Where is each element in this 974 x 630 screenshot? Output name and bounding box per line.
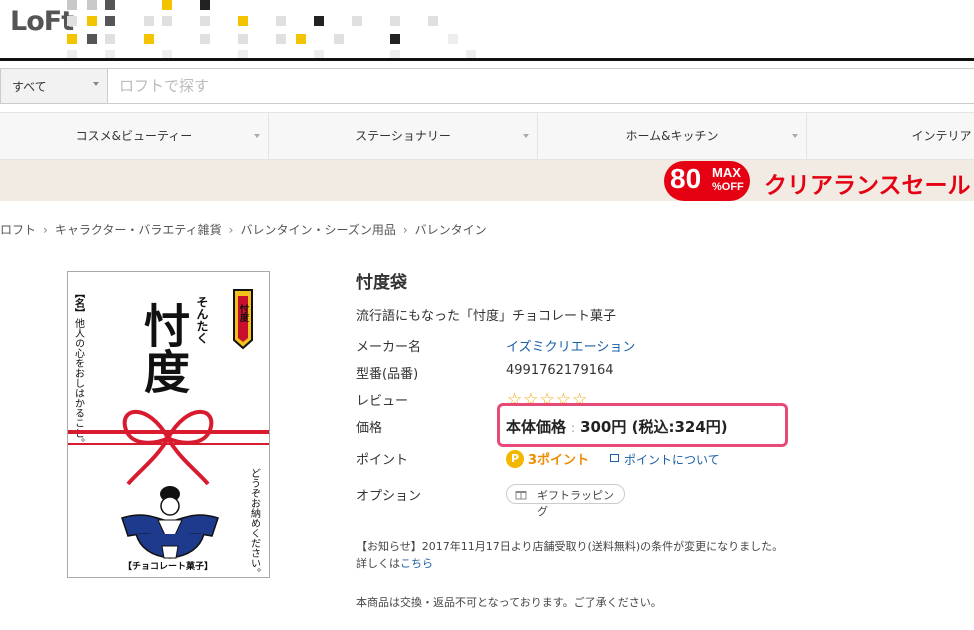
price-with-tax: (税込:324円) xyxy=(631,418,728,436)
nav-item-interior[interactable]: インテリア xyxy=(807,113,974,159)
nav-item-stationery[interactable]: ステーショナリー xyxy=(269,113,538,159)
package-seal: 忖度 xyxy=(233,289,253,350)
window-icon xyxy=(610,454,619,462)
model-label: 型番(品番) xyxy=(356,367,419,382)
maker-link[interactable]: イズミクリエーション xyxy=(506,336,635,355)
point-info-link[interactable]: ポイントについて xyxy=(624,451,720,468)
breadcrumb: ロフト › キャラクター・バラエティ雑貨 › バレンタイン・シーズン用品 › バレンタイン xyxy=(0,221,487,238)
discount-number: 80 xyxy=(670,163,702,194)
gift-icon xyxy=(515,491,527,500)
breadcrumb-item[interactable]: バレンタイン xyxy=(415,223,487,237)
review-label: レビュー xyxy=(356,394,409,409)
discount-max: MAX xyxy=(712,165,741,180)
product-image[interactable]: 【名】 他人の心をおしはかること。 忖度 そんたく 忖度 どうぞお納めください。 xyxy=(67,271,270,578)
package-reading: そんたく xyxy=(195,296,209,344)
chevron-down-icon xyxy=(792,134,798,138)
package-bottom-label: 【チョコレート菓子】 xyxy=(123,560,213,572)
search-scope-label: すべて xyxy=(12,80,47,94)
breadcrumb-item[interactable]: ロフト xyxy=(0,223,36,237)
nav-item-label: ホーム&キッチン xyxy=(625,129,719,143)
product-package-illustration: 【名】 他人の心をおしはかること。 忖度 そんたく 忖度 どうぞお納めください。 xyxy=(68,288,269,578)
site-header: LoFt xyxy=(0,0,974,62)
point-label: ポイント xyxy=(356,453,409,468)
loft-logo[interactable]: LoFt xyxy=(10,6,74,37)
chevron-down-icon xyxy=(254,134,260,138)
svg-text:忖度: 忖度 xyxy=(238,303,249,323)
price-prefix: 本体価格 xyxy=(506,418,567,436)
discount-off: %OFF xyxy=(712,181,744,193)
price-label: 価格 xyxy=(356,421,383,436)
price-value: 本体価格:300円 (税込:324円) xyxy=(506,416,728,437)
price-amount: 300円 xyxy=(580,418,627,436)
package-left-text: 他人の心をおしはかること。 xyxy=(73,317,85,448)
nav-item-label: インテリア xyxy=(911,129,972,143)
nav-item-cosme[interactable]: コスメ&ビューティー xyxy=(0,113,269,159)
mizuhiki-ribbon xyxy=(68,409,269,486)
point-coin-icon: P xyxy=(506,450,524,468)
package-left-label: 【名】 xyxy=(73,288,85,318)
gift-wrapping-option[interactable]: ギフトラッピング xyxy=(506,484,625,518)
breadcrumb-separator-icon: › xyxy=(43,223,48,237)
product-subtitle: 流行語にもなった「忖度」チョコレート菓子 xyxy=(356,309,617,324)
search-bar: すべて xyxy=(0,68,974,104)
search-input[interactable] xyxy=(109,69,974,103)
breadcrumb-item[interactable]: キャラクター・バラエティ雑貨 xyxy=(55,223,222,237)
package-main-text: 忖度 xyxy=(137,302,191,394)
nav-item-home-kitchen[interactable]: ホーム&キッチン xyxy=(538,113,807,159)
nav-item-label: コスメ&ビューティー xyxy=(75,129,193,143)
notice-line: 【お知らせ】2017年11月17日より店舗受取り(送料無料)の条件が変更になりま… xyxy=(356,540,784,553)
notice-link[interactable]: こちら xyxy=(400,557,433,570)
chevron-down-icon xyxy=(523,134,529,138)
breadcrumb-item[interactable]: バレンタイン・シーズン用品 xyxy=(240,223,395,237)
breadcrumb-separator-icon: › xyxy=(228,223,234,237)
gift-wrapping-label: ギフトラッピング xyxy=(537,489,614,518)
return-policy-notice: 本商品は交換・返品不可となっております。ご了承ください。 xyxy=(356,596,662,609)
maker-label: メーカー名 xyxy=(356,340,422,355)
bowing-figure xyxy=(121,486,219,559)
nav-item-label: ステーショナリー xyxy=(355,129,451,143)
price-colon: : xyxy=(571,421,576,435)
points-value: 3ポイント xyxy=(528,453,590,468)
banner-text: クリアランスセール xyxy=(764,173,971,199)
discount-badge: 80 MAX %OFF xyxy=(664,161,750,201)
product-title: 忖度袋 xyxy=(356,273,407,293)
header-divider xyxy=(0,58,974,61)
clearance-sale-banner[interactable]: 80 MAX %OFF クリアランスセール xyxy=(0,160,974,201)
model-number: 4991762179164 xyxy=(506,363,614,378)
shipping-notice: 【お知らせ】2017年11月17日より店舗受取り(送料無料)の条件が変更になりま… xyxy=(356,538,783,572)
notice-prefix: 詳しくは xyxy=(356,557,400,570)
package-right-text: どうぞお納めください。 xyxy=(249,468,261,577)
category-nav: コスメ&ビューティー ステーショナリー ホーム&キッチン インテリア xyxy=(0,112,974,160)
option-label: オプション xyxy=(356,489,422,504)
search-scope-select[interactable]: すべて xyxy=(1,69,108,103)
breadcrumb-separator-icon: › xyxy=(402,223,408,237)
chevron-down-icon xyxy=(93,82,99,86)
